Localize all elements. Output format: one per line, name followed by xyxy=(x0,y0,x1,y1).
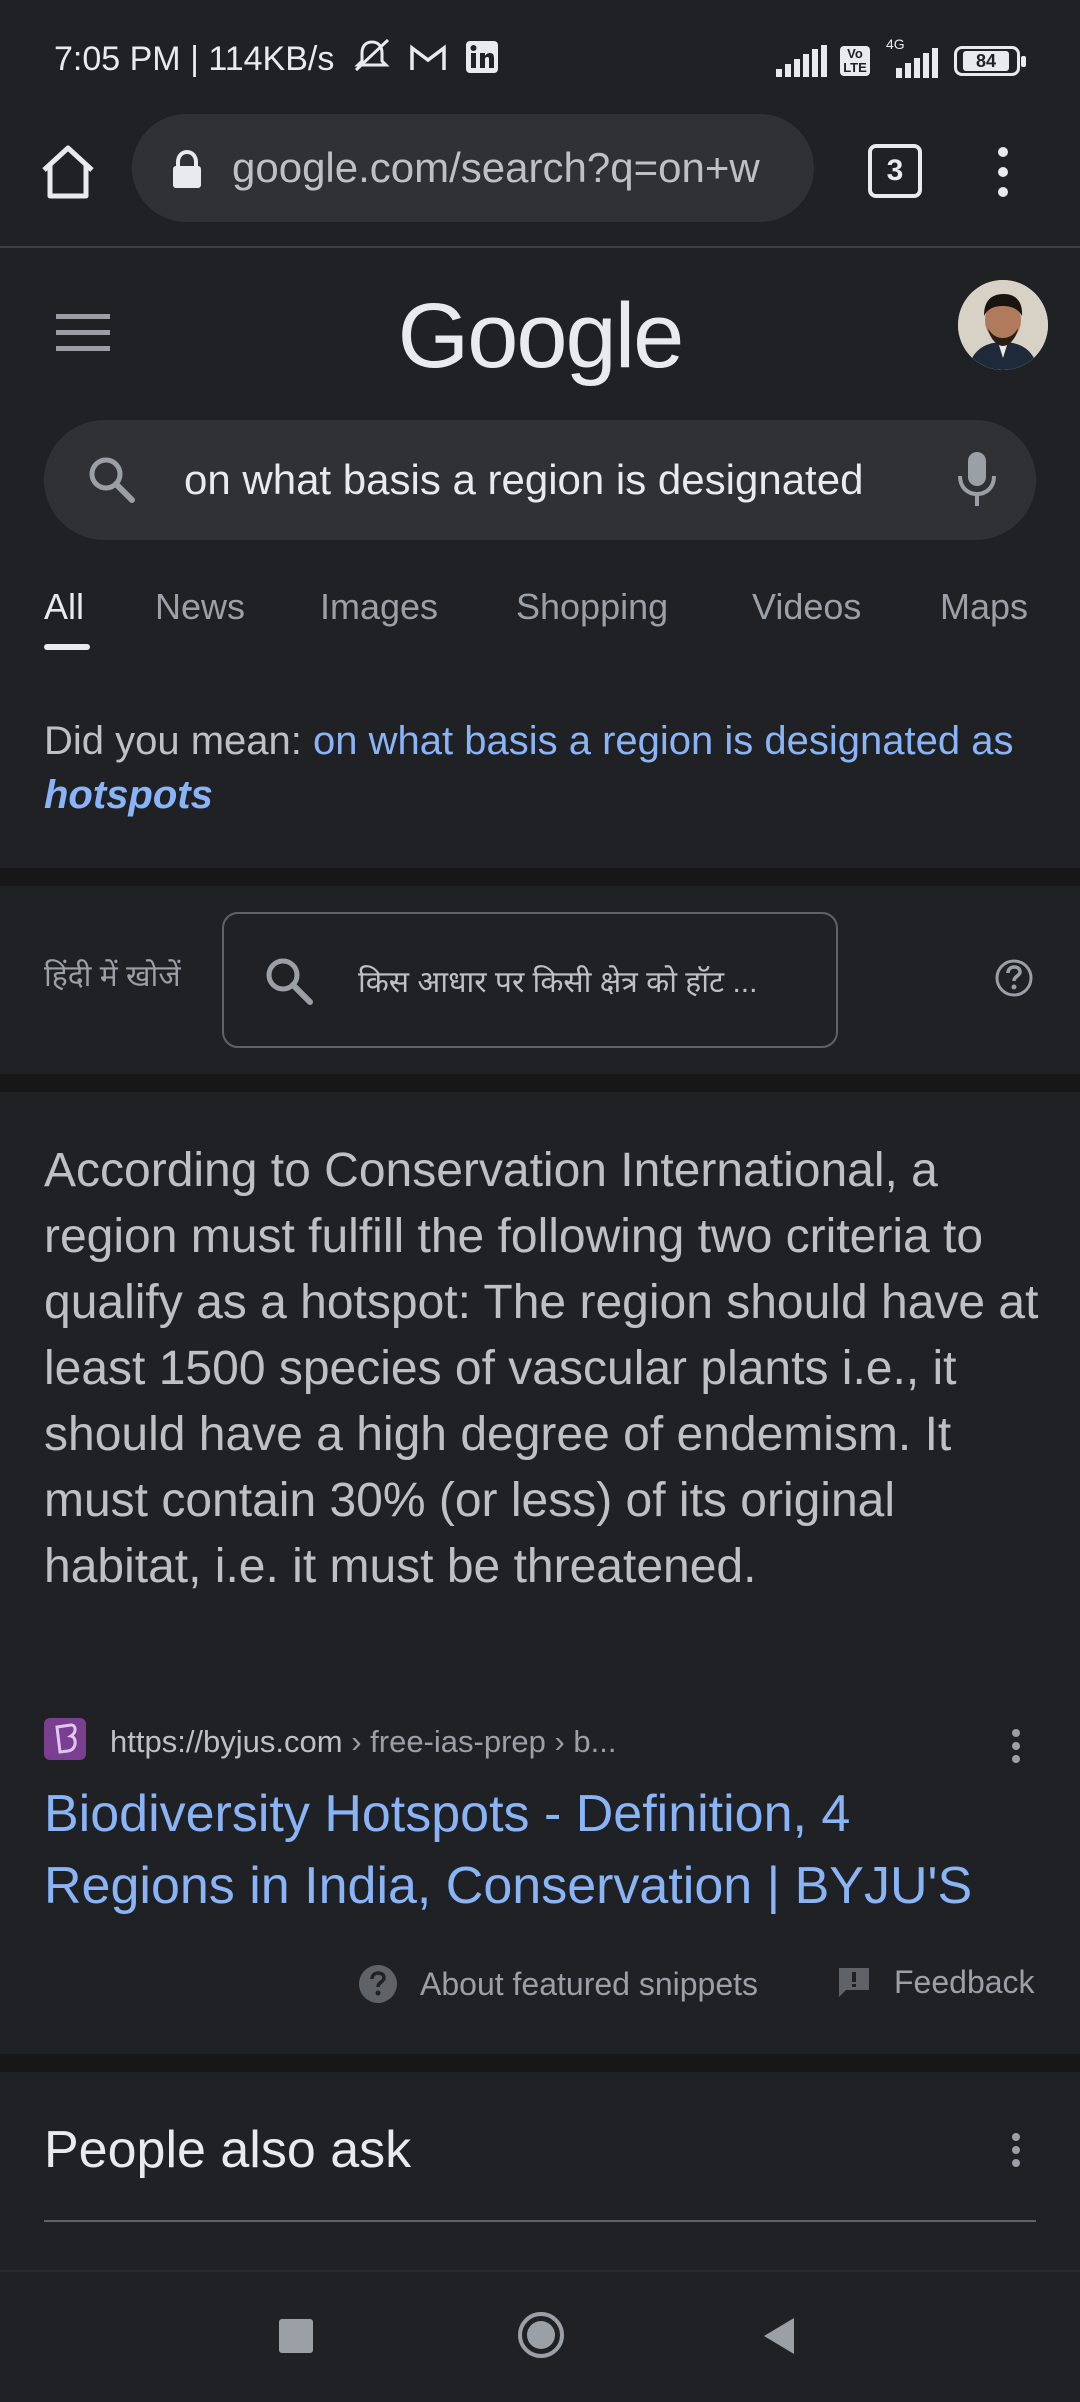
home-button[interactable] xyxy=(36,140,100,204)
account-avatar[interactable] xyxy=(958,280,1048,370)
active-tab-indicator xyxy=(44,644,90,650)
tab-maps[interactable]: Maps xyxy=(940,586,1028,628)
lock-icon xyxy=(173,150,201,188)
snippet-source[interactable]: https://byjus.com › free-ias-prep › b... xyxy=(44,1718,1044,1768)
hindi-search-label: हिंदी में खोजें xyxy=(44,960,181,993)
recents-button[interactable] xyxy=(279,2319,313,2353)
volte-badge: Vo LTE xyxy=(840,46,870,76)
did-you-mean-emphasis: hotspots xyxy=(44,773,213,817)
avatar-image xyxy=(958,280,1048,370)
did-you-mean-link-text: on what basis a region is designated as xyxy=(313,719,1014,763)
source-breadcrumb: › free-ias-prep › b... xyxy=(342,1724,617,1759)
more-vert-icon xyxy=(998,147,1008,197)
battery-indicator: 84 xyxy=(954,46,1026,76)
people-also-ask-divider xyxy=(44,2220,1036,2222)
about-snippets-label: About featured snippets xyxy=(420,1965,759,2002)
tab-shopping[interactable]: Shopping xyxy=(516,586,668,628)
did-you-mean-prefix: Did you mean: xyxy=(44,719,314,763)
feedback-label: Feedback xyxy=(894,1964,1035,2000)
section-divider xyxy=(0,2054,1080,2072)
signal-icon-2 xyxy=(896,48,938,78)
gmail-icon xyxy=(410,44,447,70)
people-also-ask-heading: People also ask xyxy=(44,2121,412,2179)
tab-all[interactable]: All xyxy=(44,586,84,628)
browser-menu-button[interactable] xyxy=(988,144,1018,200)
feedback-button[interactable]: Feedback xyxy=(836,1964,1035,2001)
search-icon[interactable] xyxy=(84,452,140,508)
url-text: google.com/search?q=on+w xyxy=(232,144,760,191)
about-featured-snippets-button[interactable]: About featured snippets xyxy=(358,1964,758,2004)
search-icon xyxy=(266,958,313,1005)
back-button[interactable] xyxy=(760,2316,796,2356)
help-icon[interactable] xyxy=(994,958,1034,998)
google-logo[interactable]: Google xyxy=(0,284,1080,389)
section-divider xyxy=(0,868,1080,886)
did-you-mean: Did you mean: on what basis a region is … xyxy=(44,714,1044,822)
hindi-query-text: किस आधार पर किसी क्षेत्र को हॉट ... xyxy=(358,966,758,999)
help-filled-icon xyxy=(359,1965,397,2003)
snippet-footer: About featured snippets Feedback xyxy=(0,1960,1080,2020)
search-tabs: All News Images Shopping Videos Maps xyxy=(0,580,1080,656)
mute-icon xyxy=(354,38,390,72)
signal-icon xyxy=(776,45,827,77)
more-vert-icon[interactable] xyxy=(1010,1728,1022,1764)
tab-images[interactable]: Images xyxy=(320,586,438,628)
status-bar: 7:05 PM | 114KB/s Vo LTE 4G 84 xyxy=(0,0,1080,120)
time-speed-text: 7:05 PM | 114KB/s xyxy=(54,40,335,78)
address-bar[interactable]: google.com/search?q=on+w xyxy=(132,114,814,222)
feedback-icon xyxy=(839,1967,869,1997)
google-header: Google xyxy=(0,250,1080,410)
status-time: 7:05 PM | 114KB/s xyxy=(54,38,499,79)
featured-snippet-text: According to Conservation International,… xyxy=(44,1144,1039,1593)
battery-level: 84 xyxy=(963,51,1009,71)
hindi-search-button[interactable]: किस आधार पर किसी क्षेत्र को हॉट ... xyxy=(222,912,838,1048)
source-domain: https://byjus.com xyxy=(110,1724,343,1759)
network-signal: 4G xyxy=(882,36,942,78)
status-right: Vo LTE 4G 84 xyxy=(776,36,1026,78)
browser-toolbar: google.com/search?q=on+w 3 xyxy=(0,110,1080,248)
search-box[interactable]: on what basis a region is designated xyxy=(44,420,1036,540)
hindi-search-section: हिंदी में खोजें किस आधार पर किसी क्षेत्र… xyxy=(0,886,1080,1074)
tab-switcher-button[interactable]: 3 xyxy=(868,144,922,198)
home-icon xyxy=(42,145,94,199)
system-navigation-bar xyxy=(0,2270,1080,2402)
home-nav-button[interactable] xyxy=(516,2310,566,2360)
linkedin-icon xyxy=(465,41,498,73)
byjus-favicon xyxy=(44,1718,86,1760)
more-vert-icon[interactable] xyxy=(1010,2132,1022,2168)
mic-icon[interactable] xyxy=(952,448,1002,512)
search-input[interactable]: on what basis a region is designated xyxy=(184,456,964,504)
result-title-link[interactable]: Biodiversity Hotspots - Definition, 4 Re… xyxy=(44,1778,1044,1922)
source-url: https://byjus.com › free-ias-prep › b... xyxy=(110,1724,617,1760)
tab-videos[interactable]: Videos xyxy=(752,586,861,628)
section-divider xyxy=(0,1074,1080,1092)
tab-news[interactable]: News xyxy=(155,586,245,628)
